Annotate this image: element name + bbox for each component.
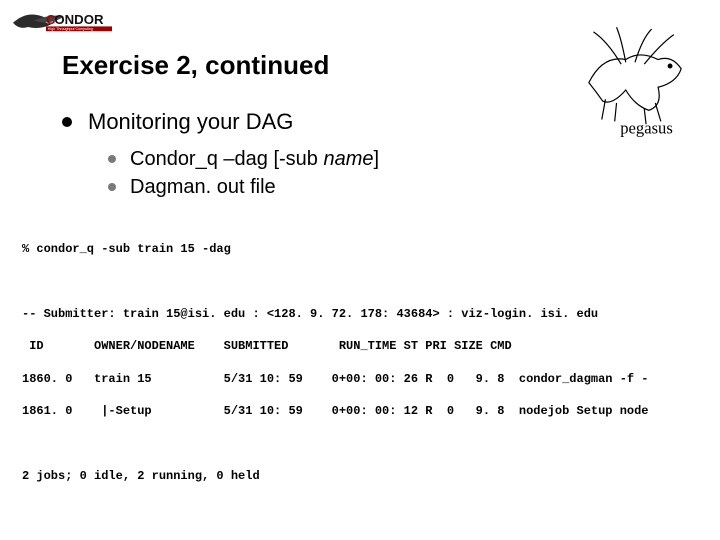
bullet-list: Monitoring your DAG Condor_q –dag [-sub … [62,109,690,201]
terminal-blank [22,274,690,290]
terminal-header: ID OWNER/NODENAME SUBMITTED RUN_TIME ST … [22,338,690,354]
terminal-row-0: 1860. 0 train 15 5/31 10: 59 0+00: 00: 2… [22,371,690,387]
sub-text-suffix: ] [374,148,380,170]
terminal-blank2 [22,435,690,451]
bird-icon: C ONDOR High Throughput Computing [10,6,130,42]
terminal-cmd: % condor_q -sub train 15 -dag [22,241,690,257]
sub-bullet-condorq: Condor_q –dag [-sub name] [108,145,690,173]
svg-text:High Throughput Computing: High Throughput Computing [48,27,93,31]
bullet-monitoring: Monitoring your DAG Condor_q –dag [-sub … [62,109,690,201]
terminal-row-1: 1861. 0 |-Setup 5/31 10: 59 0+00: 00: 12… [22,403,690,419]
sub-text-italic: name [323,148,373,170]
terminal-submitter: -- Submitter: train 15@isi. edu : <128. … [22,306,690,322]
bullet-heading: Monitoring your DAG [88,109,293,134]
svg-text:ONDOR: ONDOR [54,12,104,27]
condor-logo: C ONDOR High Throughput Computing [10,6,130,42]
terminal-footer: 2 jobs; 0 idle, 2 running, 0 held [22,468,690,484]
sub-text-prefix: Condor_q –dag [-sub [130,148,323,170]
sub-bullet-list: Condor_q –dag [-sub name] Dagman. out fi… [88,145,690,201]
terminal-output: % condor_q -sub train 15 -dag -- Submitt… [22,225,690,516]
sub-bullet-dagman: Dagman. out file [108,173,690,201]
sub-text-prefix: Dagman. out file [130,176,276,198]
